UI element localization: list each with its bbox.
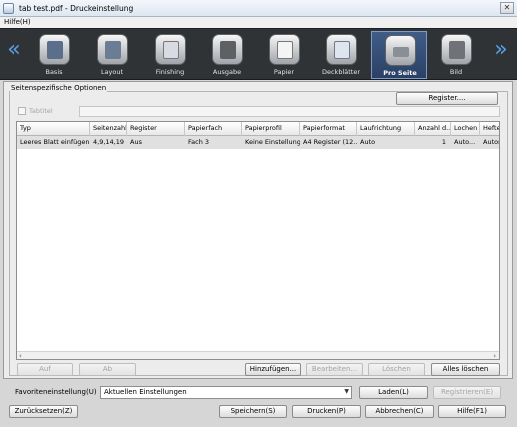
tab-label: Layout	[100, 68, 124, 76]
help-button[interactable]: Hilfe(F1)	[438, 405, 506, 418]
group-title: Seitenspezifische Optionen	[10, 84, 108, 92]
table-cell: Autom	[483, 138, 499, 146]
basic-settings-icon	[39, 34, 70, 65]
close-icon[interactable]: ✕	[500, 2, 514, 14]
title-bar: tab test.pdf - Druckeinstellung ✕	[0, 0, 517, 17]
output-icon	[212, 34, 243, 65]
favorites-dropdown[interactable]: Aktuellen Einstellungen ▼	[100, 386, 352, 399]
tab-layout[interactable]: Layout	[84, 31, 140, 79]
tab-label: Basis	[45, 68, 63, 76]
tab-label: Bild	[449, 68, 463, 76]
table-cell: Auto	[360, 138, 376, 146]
favorites-selected-value: Aktuellen Einstellungen	[104, 388, 187, 396]
dropdown-arrow-icon[interactable]: ▼	[344, 388, 349, 395]
column-header[interactable]: Papierfach	[185, 122, 242, 136]
tab-label: Finishing	[155, 68, 185, 76]
print-button[interactable]: Drucken(P)	[292, 405, 361, 418]
window-title: tab test.pdf - Druckeinstellung	[19, 4, 134, 13]
column-header[interactable]: Typ	[17, 122, 90, 136]
finishing-icon	[155, 34, 186, 65]
column-header[interactable]: Laufrichtung	[357, 122, 415, 136]
chevron-right-icon[interactable]: ›	[493, 352, 496, 359]
register-favorite-button[interactable]: Registrieren(E)	[433, 386, 501, 399]
table-cell: 4,9,14,19	[93, 138, 125, 146]
column-header[interactable]: Anzahl d...	[415, 122, 451, 136]
tab-basis[interactable]: Basis	[26, 31, 82, 79]
table-cell: 1	[441, 138, 446, 146]
add-button[interactable]: Hinzufügen...	[245, 363, 301, 376]
tab-label: Ausgabe	[212, 68, 242, 76]
tab-bild[interactable]: Bild	[428, 31, 484, 79]
table-cell: Fach 3	[188, 138, 210, 146]
tab-finishing[interactable]: Finishing	[142, 31, 198, 79]
reset-button[interactable]: Zurücksetzen(Z)	[9, 405, 78, 418]
register-button[interactable]: Register....	[396, 92, 498, 105]
save-button[interactable]: Speichern(S)	[219, 405, 287, 418]
table-cell: Leeres Blatt einfügen ...	[20, 138, 90, 146]
settings-tab-bar: « Basis Layout Finishing Ausgabe Papier …	[0, 28, 517, 80]
table-header: Typ Seitenzahl Register Papierfach Papie…	[17, 122, 499, 136]
tab-label: Deckblätter	[321, 68, 361, 76]
table-cell: Auto...	[454, 138, 476, 146]
edit-button[interactable]: Bearbeiten...	[306, 363, 363, 376]
menu-item-help[interactable]: Hilfe(H)	[4, 18, 31, 26]
move-down-button[interactable]: Ab	[79, 363, 136, 376]
column-header[interactable]: Papierprofil	[242, 122, 300, 136]
image-icon	[441, 34, 472, 65]
delete-all-button[interactable]: Alles löschen	[431, 363, 500, 376]
per-page-icon	[385, 35, 416, 66]
column-header[interactable]: Heften	[480, 122, 499, 136]
tab-pro-seite[interactable]: Pro Seite	[371, 31, 427, 79]
column-header[interactable]: Lochen	[451, 122, 480, 136]
tab-label: Pro Seite	[383, 69, 417, 77]
tab-title-input[interactable]	[79, 106, 500, 117]
table-cell: A4 Register (12....	[303, 138, 357, 146]
column-header[interactable]: Papierformat	[300, 122, 357, 136]
layout-icon	[97, 34, 128, 65]
cover-sheet-icon	[326, 34, 357, 65]
double-chevron-right-icon[interactable]: »	[493, 39, 509, 63]
table-cell: Aus	[130, 138, 142, 146]
tab-ausgabe[interactable]: Ausgabe	[199, 31, 255, 79]
move-up-button[interactable]: Auf	[17, 363, 73, 376]
tab-papier[interactable]: Papier	[256, 31, 312, 79]
tab-deckblaetter[interactable]: Deckblätter	[313, 31, 369, 79]
cancel-button[interactable]: Abbrechen(C)	[365, 405, 434, 418]
printer-document-icon	[3, 3, 14, 14]
double-chevron-left-icon[interactable]: «	[6, 39, 22, 63]
favorites-label: Favoriteneinstellung(U)	[15, 388, 97, 396]
chevron-left-icon[interactable]: ‹	[19, 352, 22, 359]
table-cell: Keine Einstellung	[245, 138, 300, 146]
tab-label: Papier	[273, 68, 295, 76]
paper-icon	[269, 34, 300, 65]
menu-bar: Hilfe(H)	[0, 17, 517, 28]
horizontal-scrollbar[interactable]: ‹ ›	[17, 351, 499, 359]
page-options-table: Typ Seitenzahl Register Papierfach Papie…	[16, 121, 500, 360]
table-row[interactable]: Leeres Blatt einfügen ... 4,9,14,19 Aus …	[17, 136, 499, 149]
tab-title-label: Tabtitel	[29, 107, 53, 115]
column-header[interactable]: Register	[127, 122, 185, 136]
column-header[interactable]: Seitenzahl	[90, 122, 127, 136]
delete-button[interactable]: Löschen	[368, 363, 425, 376]
load-favorite-button[interactable]: Laden(L)	[359, 386, 428, 399]
tab-title-checkbox[interactable]	[18, 107, 26, 115]
